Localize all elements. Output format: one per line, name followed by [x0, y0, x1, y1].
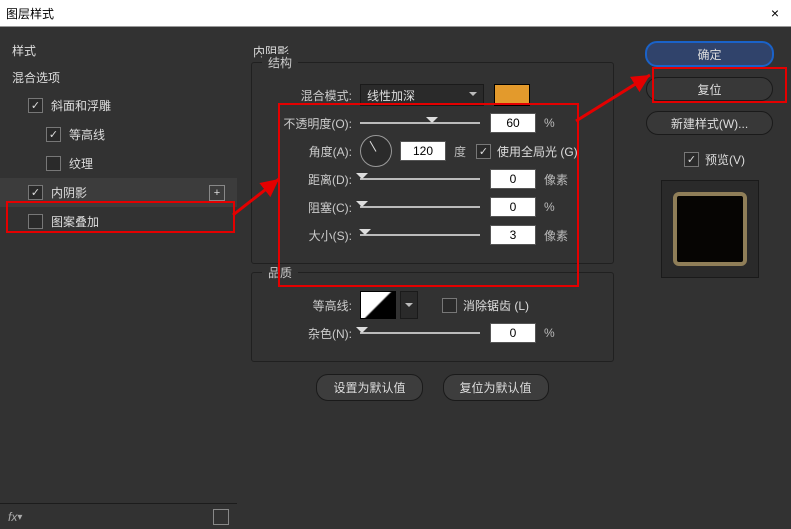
fx-icon[interactable]: fx [8, 510, 17, 524]
preview-thumbnail [661, 180, 759, 278]
reset-default-button[interactable]: 复位为默认值 [443, 374, 549, 401]
plus-icon[interactable]: + [209, 185, 225, 201]
blending-options[interactable]: 混合选项 [0, 64, 237, 91]
checkbox-icon[interactable] [28, 98, 43, 113]
ok-button[interactable]: 确定 [645, 41, 774, 67]
preview-checkbox[interactable] [684, 152, 699, 167]
panel-title: 内阴影 [253, 43, 620, 60]
checkbox-icon[interactable] [46, 156, 61, 171]
blend-mode-value: 线性加深 [367, 87, 415, 104]
effect-label: 斜面和浮雕 [51, 97, 111, 114]
checkbox-icon[interactable] [46, 127, 61, 142]
effect-label: 纹理 [69, 155, 93, 172]
blend-mode-label: 混合模式: [262, 87, 360, 104]
contour-label: 等高线: [262, 297, 360, 314]
styles-header[interactable]: 样式 [0, 37, 237, 64]
structure-legend: 结构 [262, 54, 298, 71]
close-icon[interactable]: × [765, 3, 785, 23]
annotation-highlight [278, 103, 579, 287]
contour-picker[interactable] [360, 291, 396, 319]
annotation-highlight [6, 201, 235, 233]
noise-input[interactable]: 0 [490, 323, 536, 343]
effect-label: 内阴影 [51, 184, 87, 201]
noise-label: 杂色(N): [262, 325, 360, 342]
effect-item-contour[interactable]: 等高线 [0, 120, 237, 149]
effect-label: 等高线 [69, 126, 105, 143]
new-style-button[interactable]: 新建样式(W)... [646, 111, 773, 135]
effect-item-texture[interactable]: 纹理 [0, 149, 237, 178]
trash-icon[interactable] [213, 509, 229, 525]
preview-label: 预览(V) [705, 151, 745, 168]
anti-alias-label: 消除锯齿 (L) [463, 297, 529, 314]
window-title: 图层样式 [6, 5, 54, 22]
preview-swatch [673, 192, 747, 266]
anti-alias-checkbox[interactable] [442, 298, 457, 313]
left-panel: 样式 混合选项 斜面和浮雕 等高线 纹理 内阴影 + [0, 27, 237, 529]
chevron-down-icon[interactable] [400, 291, 418, 319]
annotation-highlight [652, 67, 787, 103]
checkbox-icon[interactable] [28, 185, 43, 200]
left-footer: fx▾ [0, 503, 237, 529]
noise-slider[interactable] [360, 323, 480, 343]
noise-unit: % [544, 326, 555, 340]
window-titlebar: 图层样式 × [0, 0, 791, 27]
effect-item-bevel[interactable]: 斜面和浮雕 [0, 91, 237, 120]
make-default-button[interactable]: 设置为默认值 [316, 374, 422, 401]
